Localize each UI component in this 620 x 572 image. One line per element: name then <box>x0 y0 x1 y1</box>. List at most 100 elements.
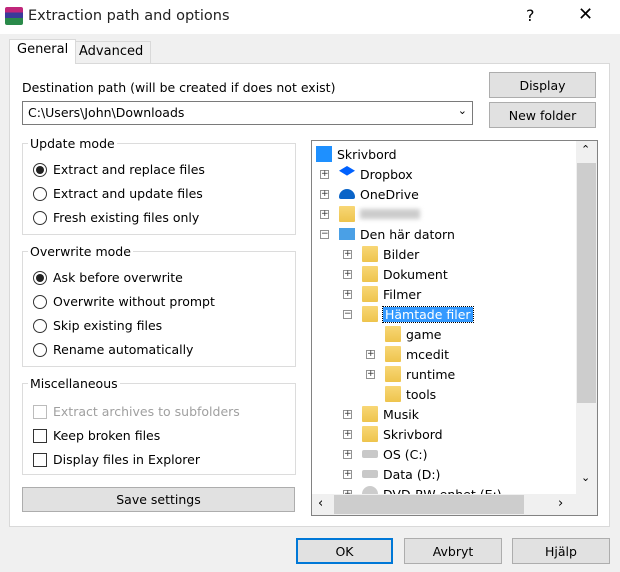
horizontal-scroll-thumb[interactable] <box>334 495 524 514</box>
collapse-icon[interactable]: − <box>343 310 352 319</box>
checkbox-label: Keep broken files <box>53 428 161 443</box>
destination-path-combobox[interactable]: C:\Users\John\Downloads ⌄ <box>22 101 473 125</box>
radio-button[interactable] <box>33 186 47 201</box>
tree-item[interactable]: mcedit <box>385 344 449 364</box>
collapse-icon[interactable]: − <box>320 230 329 239</box>
scroll-right-icon[interactable]: › <box>558 496 563 511</box>
radio-label: Extract and replace files <box>53 162 205 177</box>
radio-option[interactable]: Overwrite without prompt <box>33 294 215 309</box>
expand-icon[interactable]: + <box>343 470 352 479</box>
radio-option[interactable]: Rename automatically <box>33 342 193 357</box>
radio-option[interactable]: Ask before overwrite <box>33 270 183 285</box>
title-bar: Extraction path and options ? ✕ <box>0 0 620 34</box>
tree-item[interactable]: Musik <box>362 404 419 424</box>
tree-item[interactable]: Data (D:) <box>362 464 440 484</box>
tree-item[interactable]: game <box>385 324 441 344</box>
tree-item[interactable]: Dropbox <box>339 164 413 184</box>
tab-advanced[interactable]: Advanced <box>71 41 152 63</box>
tree-item-label: tools <box>406 386 437 402</box>
tree-item[interactable]: Skrivbord <box>316 144 397 164</box>
miscellaneous-title: Miscellaneous <box>28 376 120 391</box>
folder-tree[interactable]: Skrivbord + Dropbox + OneDrive + − Den här dato… <box>311 140 598 516</box>
expand-icon[interactable]: + <box>366 350 375 359</box>
winrar-icon <box>5 7 23 25</box>
vertical-scroll-thumb[interactable] <box>577 163 596 403</box>
radio-option[interactable]: Extract and replace files <box>33 162 205 177</box>
help-button[interactable]: ? <box>526 6 535 25</box>
tree-item[interactable]: OS (C:) <box>362 444 427 464</box>
new-folder-button[interactable]: New folder <box>489 102 596 128</box>
tree-item[interactable]: Hämtade filer <box>362 304 474 324</box>
help-dialog-button[interactable]: Hjälp <box>512 538 610 564</box>
expand-icon[interactable]: + <box>320 170 329 179</box>
tree-item[interactable]: Bilder <box>362 244 419 264</box>
display-button[interactable]: Display <box>489 72 596 98</box>
tree-item[interactable]: Den här datorn <box>339 224 455 244</box>
expand-icon[interactable]: + <box>343 270 352 279</box>
tree-item-label: Skrivbord <box>337 146 397 162</box>
drive-icon <box>362 470 378 478</box>
dropbox-icon <box>339 166 355 176</box>
expand-icon[interactable]: + <box>343 450 352 459</box>
radio-button[interactable] <box>33 270 47 285</box>
radio-button[interactable] <box>33 318 47 333</box>
destination-label: Destination path (will be created if doe… <box>22 80 336 95</box>
tree-item-label: mcedit <box>406 346 450 362</box>
tree-item-label: Data (D:) <box>383 466 441 482</box>
cancel-button[interactable]: Avbryt <box>404 538 502 564</box>
expand-icon[interactable]: + <box>343 410 352 419</box>
tree-item[interactable]: OneDrive <box>339 184 419 204</box>
save-settings-button[interactable]: Save settings <box>22 487 295 512</box>
radio-label: Extract and update files <box>53 186 203 201</box>
tab-general[interactable]: General <box>9 39 77 64</box>
folder-icon <box>385 386 401 402</box>
expand-icon[interactable]: + <box>343 290 352 299</box>
tree-item[interactable]: runtime <box>385 364 455 384</box>
expand-icon[interactable]: + <box>343 250 352 259</box>
folder-icon <box>385 346 401 362</box>
checkbox[interactable] <box>33 452 47 467</box>
tree-item[interactable]: Filmer <box>362 284 421 304</box>
vertical-scrollbar[interactable]: ⌃ ⌄ <box>576 141 597 494</box>
checkbox[interactable] <box>33 428 47 443</box>
expand-icon[interactable]: + <box>320 190 329 199</box>
videos-folder-icon <box>362 286 378 302</box>
ok-button[interactable]: OK <box>296 538 393 564</box>
scroll-left-icon[interactable]: ‹ <box>318 496 323 511</box>
tree-item[interactable] <box>339 204 420 224</box>
expand-icon[interactable]: + <box>320 210 329 219</box>
drive-icon <box>362 450 378 458</box>
desktop-icon <box>316 146 332 162</box>
update-mode-title: Update mode <box>28 136 117 151</box>
radio-button[interactable] <box>33 342 47 357</box>
expand-icon[interactable]: + <box>366 370 375 379</box>
checkbox <box>33 404 47 419</box>
tree-item[interactable]: tools <box>385 384 436 404</box>
tree-item-label: Dropbox <box>360 166 413 182</box>
checkbox-option[interactable]: Keep broken files <box>33 428 160 443</box>
scroll-up-icon[interactable]: ⌃ <box>581 143 590 156</box>
checkbox-label: Display files in Explorer <box>53 452 200 467</box>
documents-folder-icon <box>362 266 378 282</box>
radio-button[interactable] <box>33 210 47 225</box>
folder-icon <box>385 326 401 342</box>
tree-item-label: Hämtade filer <box>382 305 474 323</box>
expand-icon[interactable]: + <box>343 430 352 439</box>
checkbox-option: Extract archives to subfolders <box>33 404 240 419</box>
onedrive-icon <box>339 189 355 199</box>
music-folder-icon <box>362 406 378 422</box>
tree-item[interactable]: Dokument <box>362 264 448 284</box>
radio-option[interactable]: Extract and update files <box>33 186 203 201</box>
blurred-label <box>360 209 420 219</box>
checkbox-option[interactable]: Display files in Explorer <box>33 452 200 467</box>
chevron-down-icon[interactable]: ⌄ <box>458 104 467 117</box>
radio-label: Skip existing files <box>53 318 163 333</box>
radio-button[interactable] <box>33 162 47 177</box>
radio-option[interactable]: Fresh existing files only <box>33 210 199 225</box>
scroll-down-icon[interactable]: ⌄ <box>581 471 590 484</box>
radio-button[interactable] <box>33 294 47 309</box>
close-button[interactable]: ✕ <box>578 4 593 25</box>
tree-item[interactable]: Skrivbord <box>362 424 443 444</box>
radio-option[interactable]: Skip existing files <box>33 318 162 333</box>
horizontal-scrollbar[interactable]: ‹ › <box>312 494 597 515</box>
